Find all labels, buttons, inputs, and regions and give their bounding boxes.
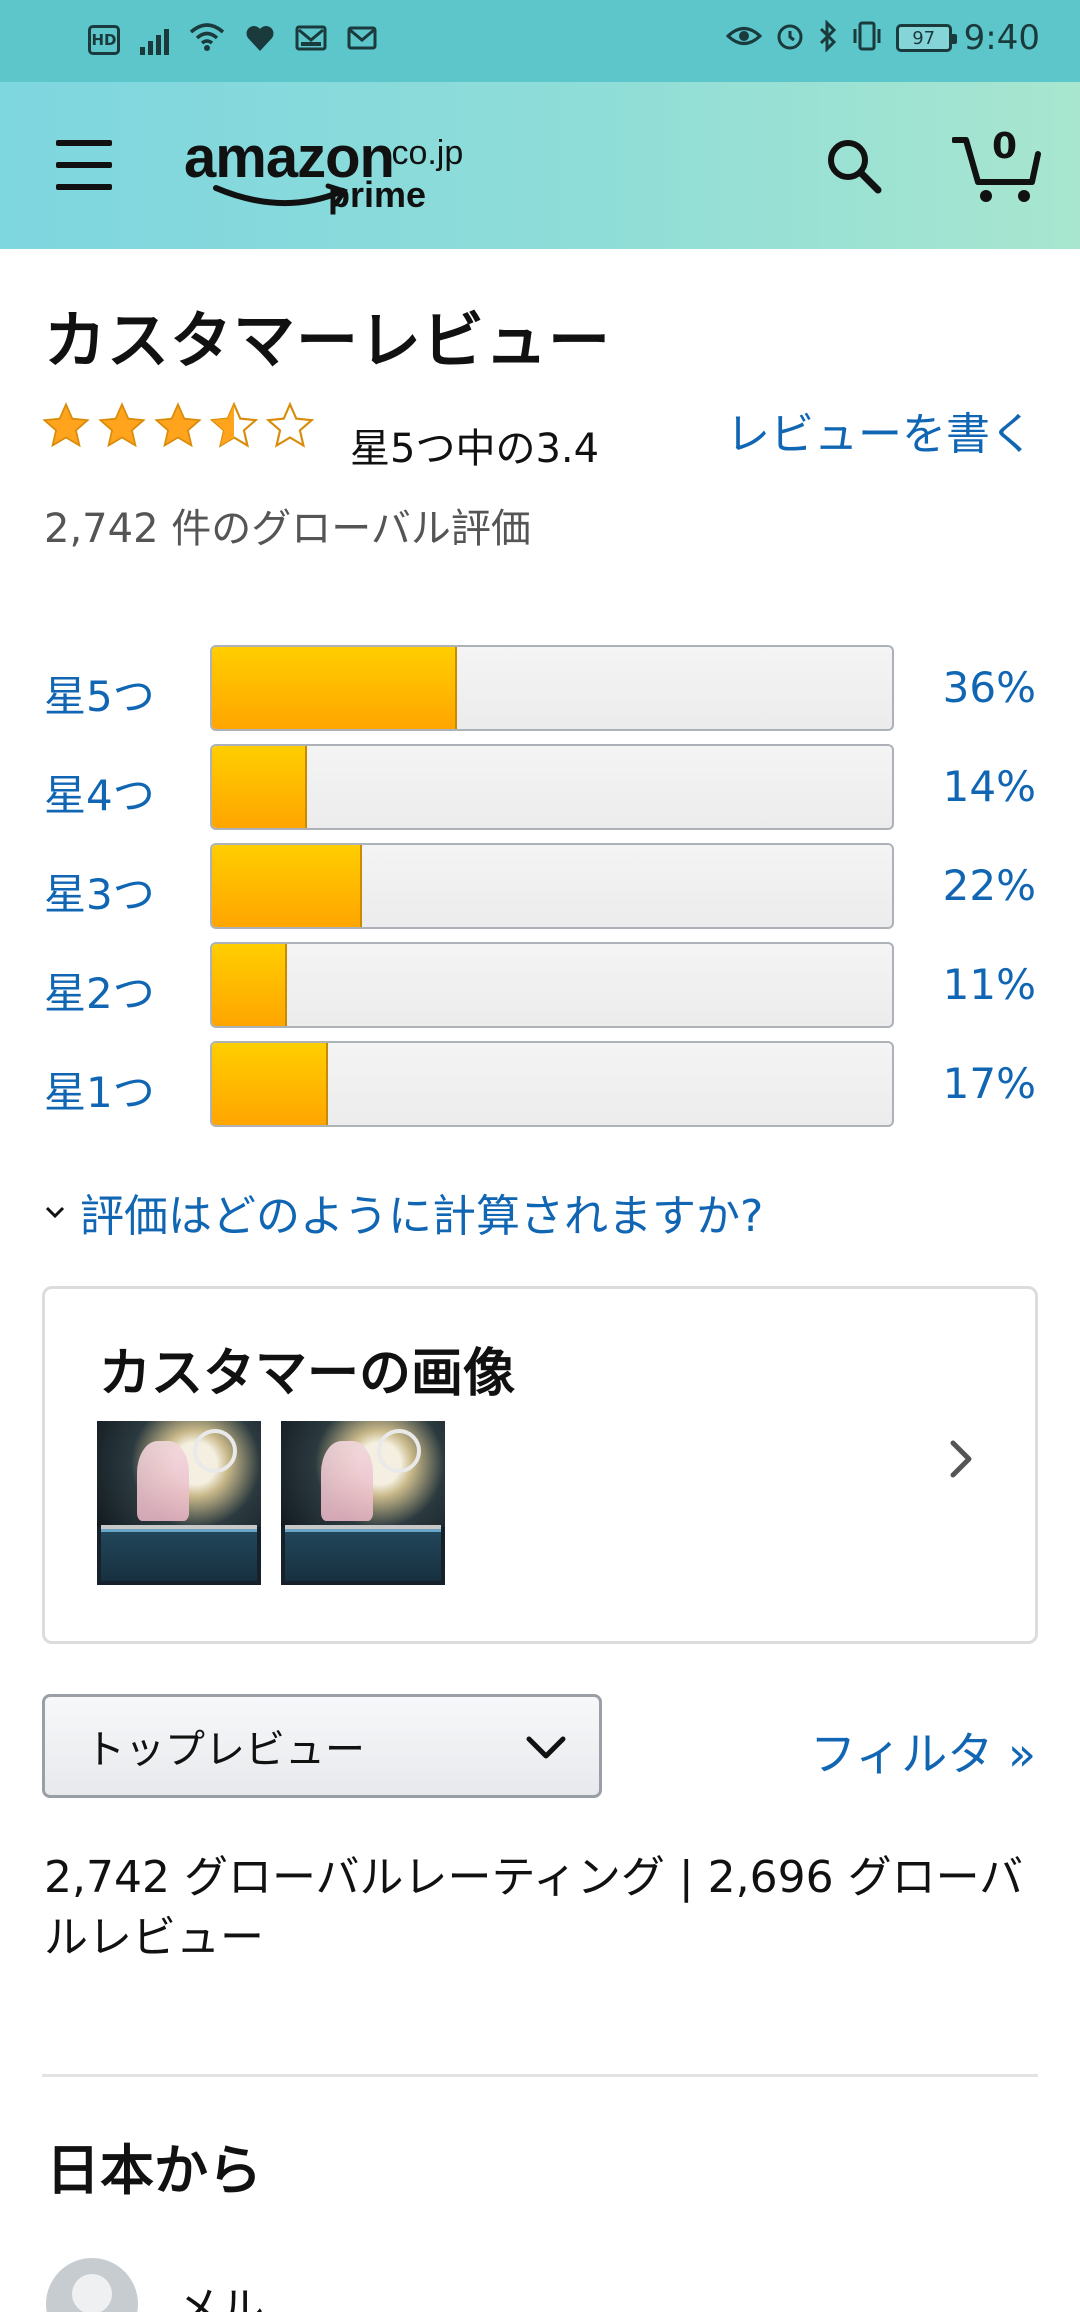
histogram-label[interactable]: 星2つ	[44, 960, 155, 1021]
histogram-percent[interactable]: 17%	[943, 1059, 1036, 1108]
star-full-icon	[98, 402, 146, 448]
star-full-icon	[154, 402, 202, 448]
sort-selected-value: トップレビュー	[85, 1727, 365, 1773]
ratings-reviews-summary: 2,742 グローバルレーティング | 2,696 グローバルレビュー	[44, 1852, 1024, 1963]
search-icon[interactable]	[824, 136, 884, 196]
histogram-row-1-star[interactable]: 星1つ 17%	[44, 1041, 1036, 1140]
alarm-icon	[774, 20, 806, 56]
how-ratings-calculated-toggle[interactable]: 評価はどのように計算されますか?	[44, 1180, 763, 1244]
customer-image-thumbnail[interactable]	[281, 1421, 445, 1585]
bluetooth-icon	[818, 19, 838, 56]
logo-domain: .co.jp	[382, 134, 464, 172]
histogram-row-3-star[interactable]: 星3つ 22%	[44, 843, 1036, 942]
chevron-down-icon	[526, 1736, 566, 1759]
histogram-percent[interactable]: 36%	[943, 663, 1036, 712]
histogram-bar[interactable]	[210, 942, 894, 1028]
chevron-down-icon	[45, 1206, 65, 1219]
histogram-fill	[212, 746, 308, 828]
histogram-bar[interactable]	[210, 744, 894, 830]
customer-image-thumbnail[interactable]	[97, 1421, 261, 1585]
histogram-label[interactable]: 星4つ	[44, 762, 155, 823]
customer-images-title: カスタマーの画像	[99, 1344, 516, 1404]
heart-icon	[245, 24, 275, 56]
star-empty-icon	[265, 401, 315, 448]
reviewer-avatar[interactable]	[46, 2258, 138, 2312]
logo-prime: prime	[328, 174, 427, 215]
eye-comfort-icon	[725, 23, 762, 53]
filter-link[interactable]: フィルタ »	[810, 1718, 1036, 1784]
histogram-label[interactable]: 星5つ	[44, 663, 155, 724]
histogram-bar[interactable]	[210, 645, 894, 731]
histogram-percent[interactable]: 22%	[943, 861, 1036, 910]
signal-icon	[140, 25, 169, 55]
gmail-icon	[347, 25, 377, 55]
reviewer-name[interactable]: メル	[176, 2272, 264, 2312]
histogram-fill	[212, 944, 287, 1026]
customer-images-card[interactable]: カスタマーの画像	[42, 1286, 1038, 1644]
how-ratings-calculated-label: 評価はどのように計算されますか?	[80, 1191, 764, 1242]
app-header: amazon .co.jp prime 0	[0, 82, 1080, 249]
rating-summary: 星5つ中の3.4	[350, 426, 600, 472]
histogram-percent[interactable]: 14%	[943, 762, 1036, 811]
hamburger-menu-icon[interactable]	[56, 140, 112, 190]
cart-button[interactable]: 0	[952, 126, 1042, 206]
rating-histogram: 星5つ 36% 星4つ 14% 星3つ 22% 星2つ 11% 星1つ 17%	[44, 645, 1036, 1140]
star-rating	[40, 400, 316, 452]
status-left: HD	[88, 22, 377, 58]
cart-count: 0	[992, 126, 1018, 167]
sort-dropdown[interactable]: トップレビュー	[42, 1694, 602, 1798]
histogram-label[interactable]: 星1つ	[44, 1059, 155, 1120]
histogram-row-5-star[interactable]: 星5つ 36%	[44, 645, 1036, 744]
mail-app-icon	[295, 24, 327, 56]
histogram-row-4-star[interactable]: 星4つ 14%	[44, 744, 1036, 843]
histogram-fill	[212, 1043, 328, 1125]
histogram-fill	[212, 845, 362, 927]
histogram-label[interactable]: 星3つ	[44, 861, 155, 922]
histogram-bar[interactable]	[210, 843, 894, 929]
status-bar: HD 97 9:40	[0, 0, 1080, 82]
global-rating-count: 2,742 件のグローバル評価	[44, 506, 531, 552]
reviews-from-japan-heading: 日本から	[46, 2139, 262, 2202]
chevron-right-icon[interactable]	[941, 1429, 981, 1489]
histogram-row-2-star[interactable]: 星2つ 11%	[44, 942, 1036, 1041]
hd-icon: HD	[88, 25, 120, 55]
write-review-link[interactable]: レビューを書く	[726, 398, 1034, 462]
clock: 9:40	[963, 18, 1040, 58]
amazon-prime-logo[interactable]: amazon .co.jp prime	[184, 124, 484, 215]
status-right: 97 9:40	[725, 18, 1040, 58]
battery-indicator: 97	[895, 24, 957, 52]
customer-image-thumbnails	[97, 1421, 445, 1585]
star-half-icon	[209, 401, 259, 448]
section-divider	[42, 2074, 1038, 2077]
star-full-icon	[42, 402, 90, 448]
histogram-fill	[212, 647, 457, 729]
histogram-percent[interactable]: 11%	[943, 960, 1036, 1009]
vibrate-icon	[850, 20, 884, 56]
wifi-icon	[189, 22, 225, 58]
histogram-bar[interactable]	[210, 1041, 894, 1127]
page-title: カスタマーレビュー	[44, 304, 612, 377]
